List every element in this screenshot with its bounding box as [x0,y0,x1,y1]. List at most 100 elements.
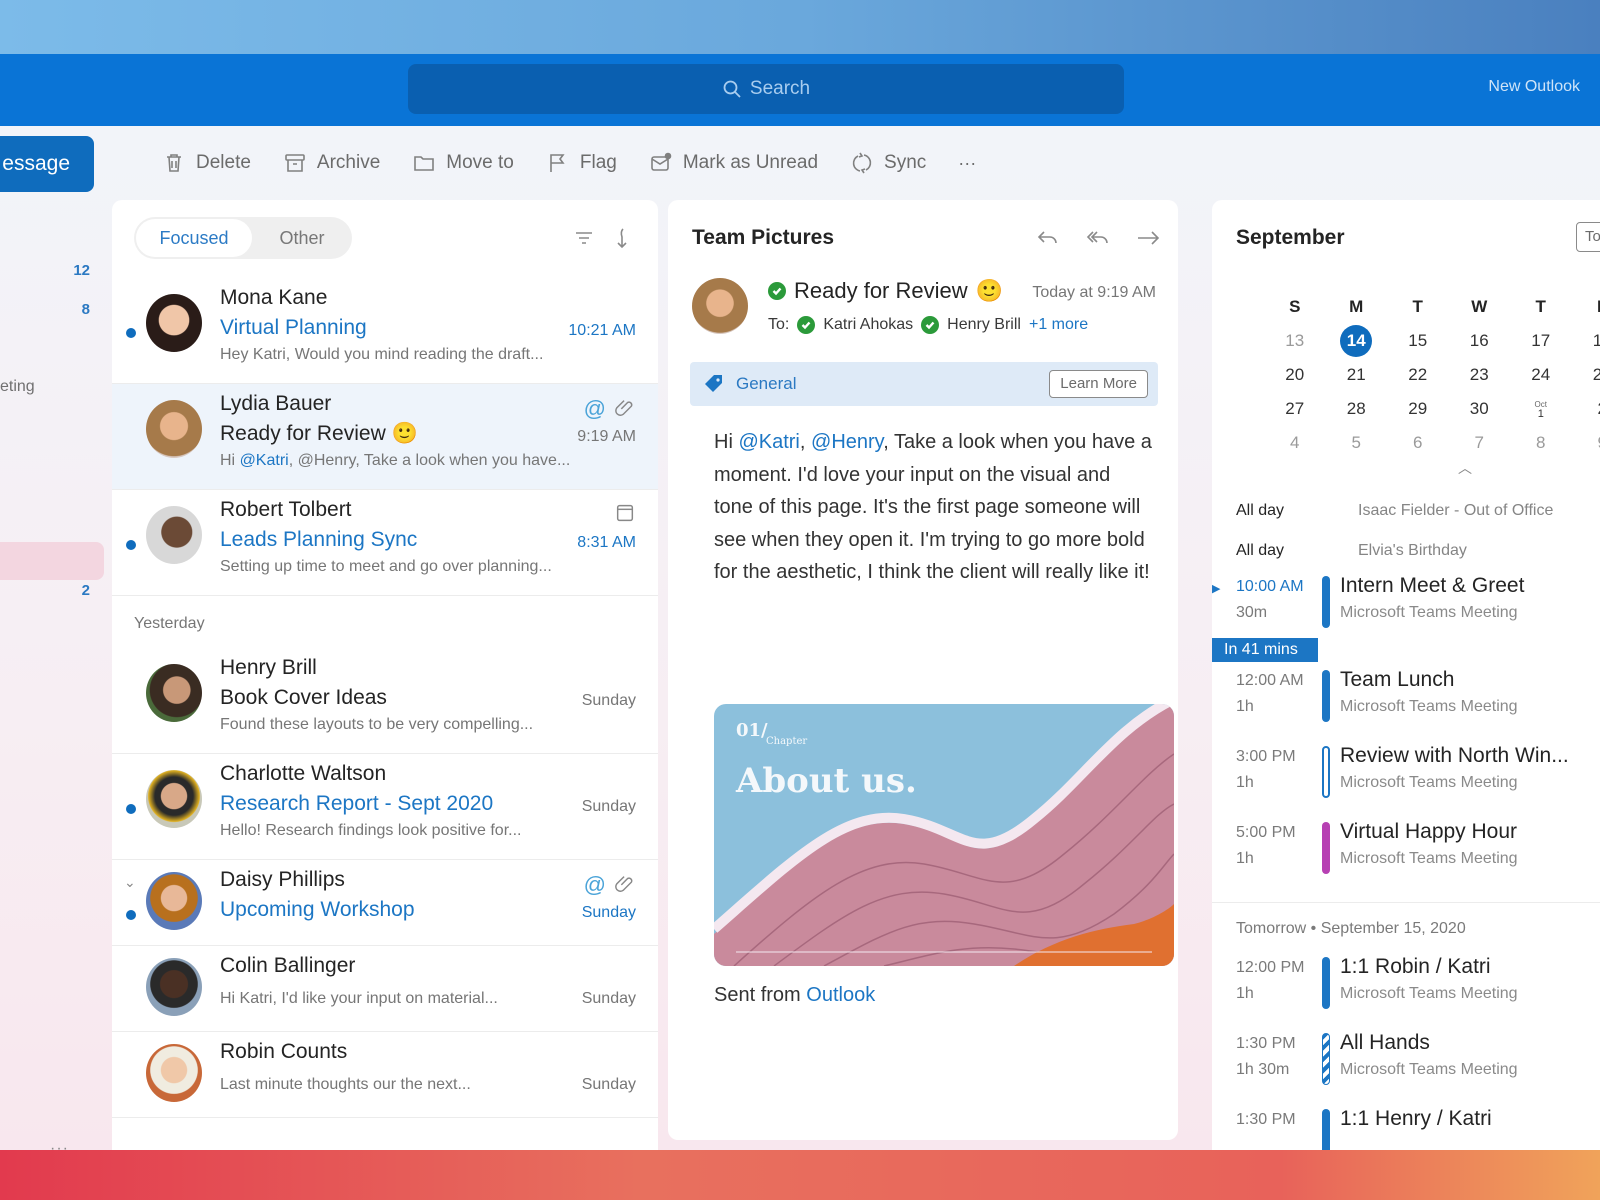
agenda-list: All day Isaac Fielder - Out of Office Al… [1212,494,1600,1150]
event-time: 1:30 PM [1236,1035,1296,1052]
sender-name: Lydia Bauer [220,392,332,415]
reply-icon[interactable] [1034,224,1062,252]
mention-link[interactable]: @Henry [811,431,883,453]
mention-link[interactable]: @Katri [738,431,799,453]
folder-unread-count[interactable]: 2 [82,582,90,599]
outlook-link[interactable]: Outlook [806,984,875,1006]
calendar-day[interactable]: 15 [1387,331,1449,351]
calendar-day[interactable]: 23 [1449,365,1511,385]
signature: Sent from Outlook [714,984,876,1006]
mark-as-unread-button[interactable]: Mark as Unread [649,151,818,175]
sender-name: Mona Kane [220,286,328,309]
list-item[interactable]: Henry Brill Book Cover Ideas Sunday Foun… [112,648,658,754]
search-input[interactable]: Search [408,64,1124,114]
tab-focused[interactable]: Focused [136,219,252,257]
collapse-calendar-chevron-icon[interactable]: ︿ [1458,458,1472,478]
calendar-day[interactable]: 29 [1387,399,1449,419]
new-outlook-toggle[interactable]: New Outlook [1488,78,1580,96]
calendar-day[interactable]: 8 [1510,433,1572,453]
event-location: Microsoft Teams Meeting [1340,1061,1518,1078]
more-recipients-link[interactable]: +1 more [1029,316,1088,334]
image-chapter-label: Chapter [766,736,807,747]
calendar-day[interactable]: 18 [1572,331,1600,351]
calendar-event[interactable]: 12:00 PM 1h 1:1 Robin / Katri Microsoft Tea… [1212,955,1600,1031]
calendar-day-today[interactable]: 14 [1326,325,1388,357]
calendar-event[interactable]: 1:30 PM 1:1 Henry / Katri [1212,1107,1600,1150]
list-item[interactable]: ⌄ Daisy Phillips Upcoming Workshop @ Sun… [112,860,658,946]
calendar-day[interactable]: Oct 1 [1510,400,1572,420]
calendar-day[interactable]: 4 [1264,433,1326,453]
calendar-week-row: 131415161718 [1264,324,1600,358]
calendar-day[interactable]: 28 [1326,399,1388,419]
inline-image[interactable]: 01/ Chapter About us. [714,704,1174,966]
expand-thread-chevron-icon[interactable]: ⌄ [124,874,136,891]
list-item[interactable]: Robert Tolbert Leads Planning Sync 8:31 … [112,490,658,596]
filter-icon[interactable] [572,226,596,250]
calendar-day[interactable]: 2 [1572,399,1600,419]
calendar-day[interactable]: 17 [1510,331,1572,351]
inbox-pivot: Focused Other [134,217,352,259]
preview-text: Hi @Katri, @Henry, Take a look when you … [220,452,571,469]
calendar-day[interactable]: 6 [1387,433,1449,453]
more-folders-button[interactable]: ··· [50,1140,69,1150]
received-time: Sunday [581,1076,636,1093]
more-actions-button[interactable]: ··· [958,153,976,174]
calendar-event[interactable]: 5:00 PM 1h Virtual Happy Hour Microsoft Tea… [1212,820,1600,896]
calendar-day[interactable]: 21 [1326,365,1388,385]
calendar-day[interactable]: 22 [1387,365,1449,385]
list-item-selected[interactable]: Lydia Bauer Ready for Review 🙂 @ 9:19 AM… [112,384,658,490]
calendar-day[interactable]: 9 [1572,433,1600,453]
list-item[interactable]: Charlotte Waltson Research Report - Sept… [112,754,658,860]
event-location: Microsoft Teams Meeting [1340,774,1518,791]
avatar [146,770,202,828]
learn-more-button[interactable]: Learn More [1049,370,1148,398]
move-to-button[interactable]: Move to [412,151,514,175]
forward-icon[interactable] [1134,224,1162,252]
folder-unread-count[interactable]: 8 [82,301,90,318]
reply-all-icon[interactable] [1084,224,1112,252]
delete-button[interactable]: Delete [162,151,251,175]
new-message-button[interactable]: essage [0,136,94,192]
folder-label[interactable]: eting [0,378,35,396]
tab-other[interactable]: Other [254,217,350,259]
flag-button[interactable]: Flag [546,151,617,175]
sync-button[interactable]: Sync [850,151,926,175]
image-chapter-number: 01/ [736,720,768,741]
recipient[interactable]: Katri Ahokas [823,316,913,334]
calendar-day[interactable]: 25 [1572,365,1600,385]
archive-button[interactable]: Archive [283,151,380,175]
recipient[interactable]: Henry Brill [947,316,1021,334]
calendar-day[interactable]: 27 [1264,399,1326,419]
sort-icon[interactable] [610,226,634,250]
preview-text: Hi Katri, I'd like your input on materia… [220,990,498,1007]
list-item[interactable]: Mona Kane Virtual Planning 10:21 AM Hey … [112,278,658,384]
subject-text: Ready for Review [794,278,968,303]
calendar-event[interactable]: 1:30 PM 1h 30m All Hands Microsoft Teams Me… [1212,1031,1600,1107]
event-time: 10:00 AM [1236,578,1304,595]
folder-item-selected[interactable] [0,542,104,580]
calendar-event[interactable]: 3:00 PM 1h Review with North Win... Microso… [1212,744,1600,820]
unread-dot [126,910,136,920]
folder-unread-count[interactable]: 12 [73,262,90,279]
presence-available-icon [921,316,940,334]
unread-dot [126,328,136,338]
sender-avatar[interactable] [692,278,748,334]
all-day-event[interactable]: All day Isaac Fielder - Out of Office [1212,494,1600,534]
calendar-day[interactable]: 20 [1264,365,1326,385]
calendar-day[interactable]: 30 [1449,399,1511,419]
list-item[interactable]: Robin Counts Last minute thoughts our th… [112,1032,658,1118]
calendar-day[interactable]: 16 [1449,331,1511,351]
calendar-day[interactable]: 5 [1326,433,1388,453]
presence-available-icon [797,316,816,334]
calendar-event[interactable]: 12:00 AM 1h Team Lunch Microsoft Teams Meet… [1212,668,1600,744]
calendar-day[interactable]: 7 [1449,433,1511,453]
all-day-event[interactable]: All day Elvia's Birthday [1212,534,1600,574]
weekday-label: T [1412,297,1423,316]
received-time: Sunday [581,990,636,1007]
today-button[interactable]: To [1576,222,1600,252]
event-location: Microsoft Teams Meeting [1340,850,1518,867]
calendar-day[interactable]: 13 [1264,331,1326,351]
list-item[interactable]: Colin Ballinger Hi Katri, I'd like your … [112,946,658,1032]
calendar-day[interactable]: 24 [1510,365,1572,385]
subject: Research Report - Sept 2020 [220,792,494,815]
